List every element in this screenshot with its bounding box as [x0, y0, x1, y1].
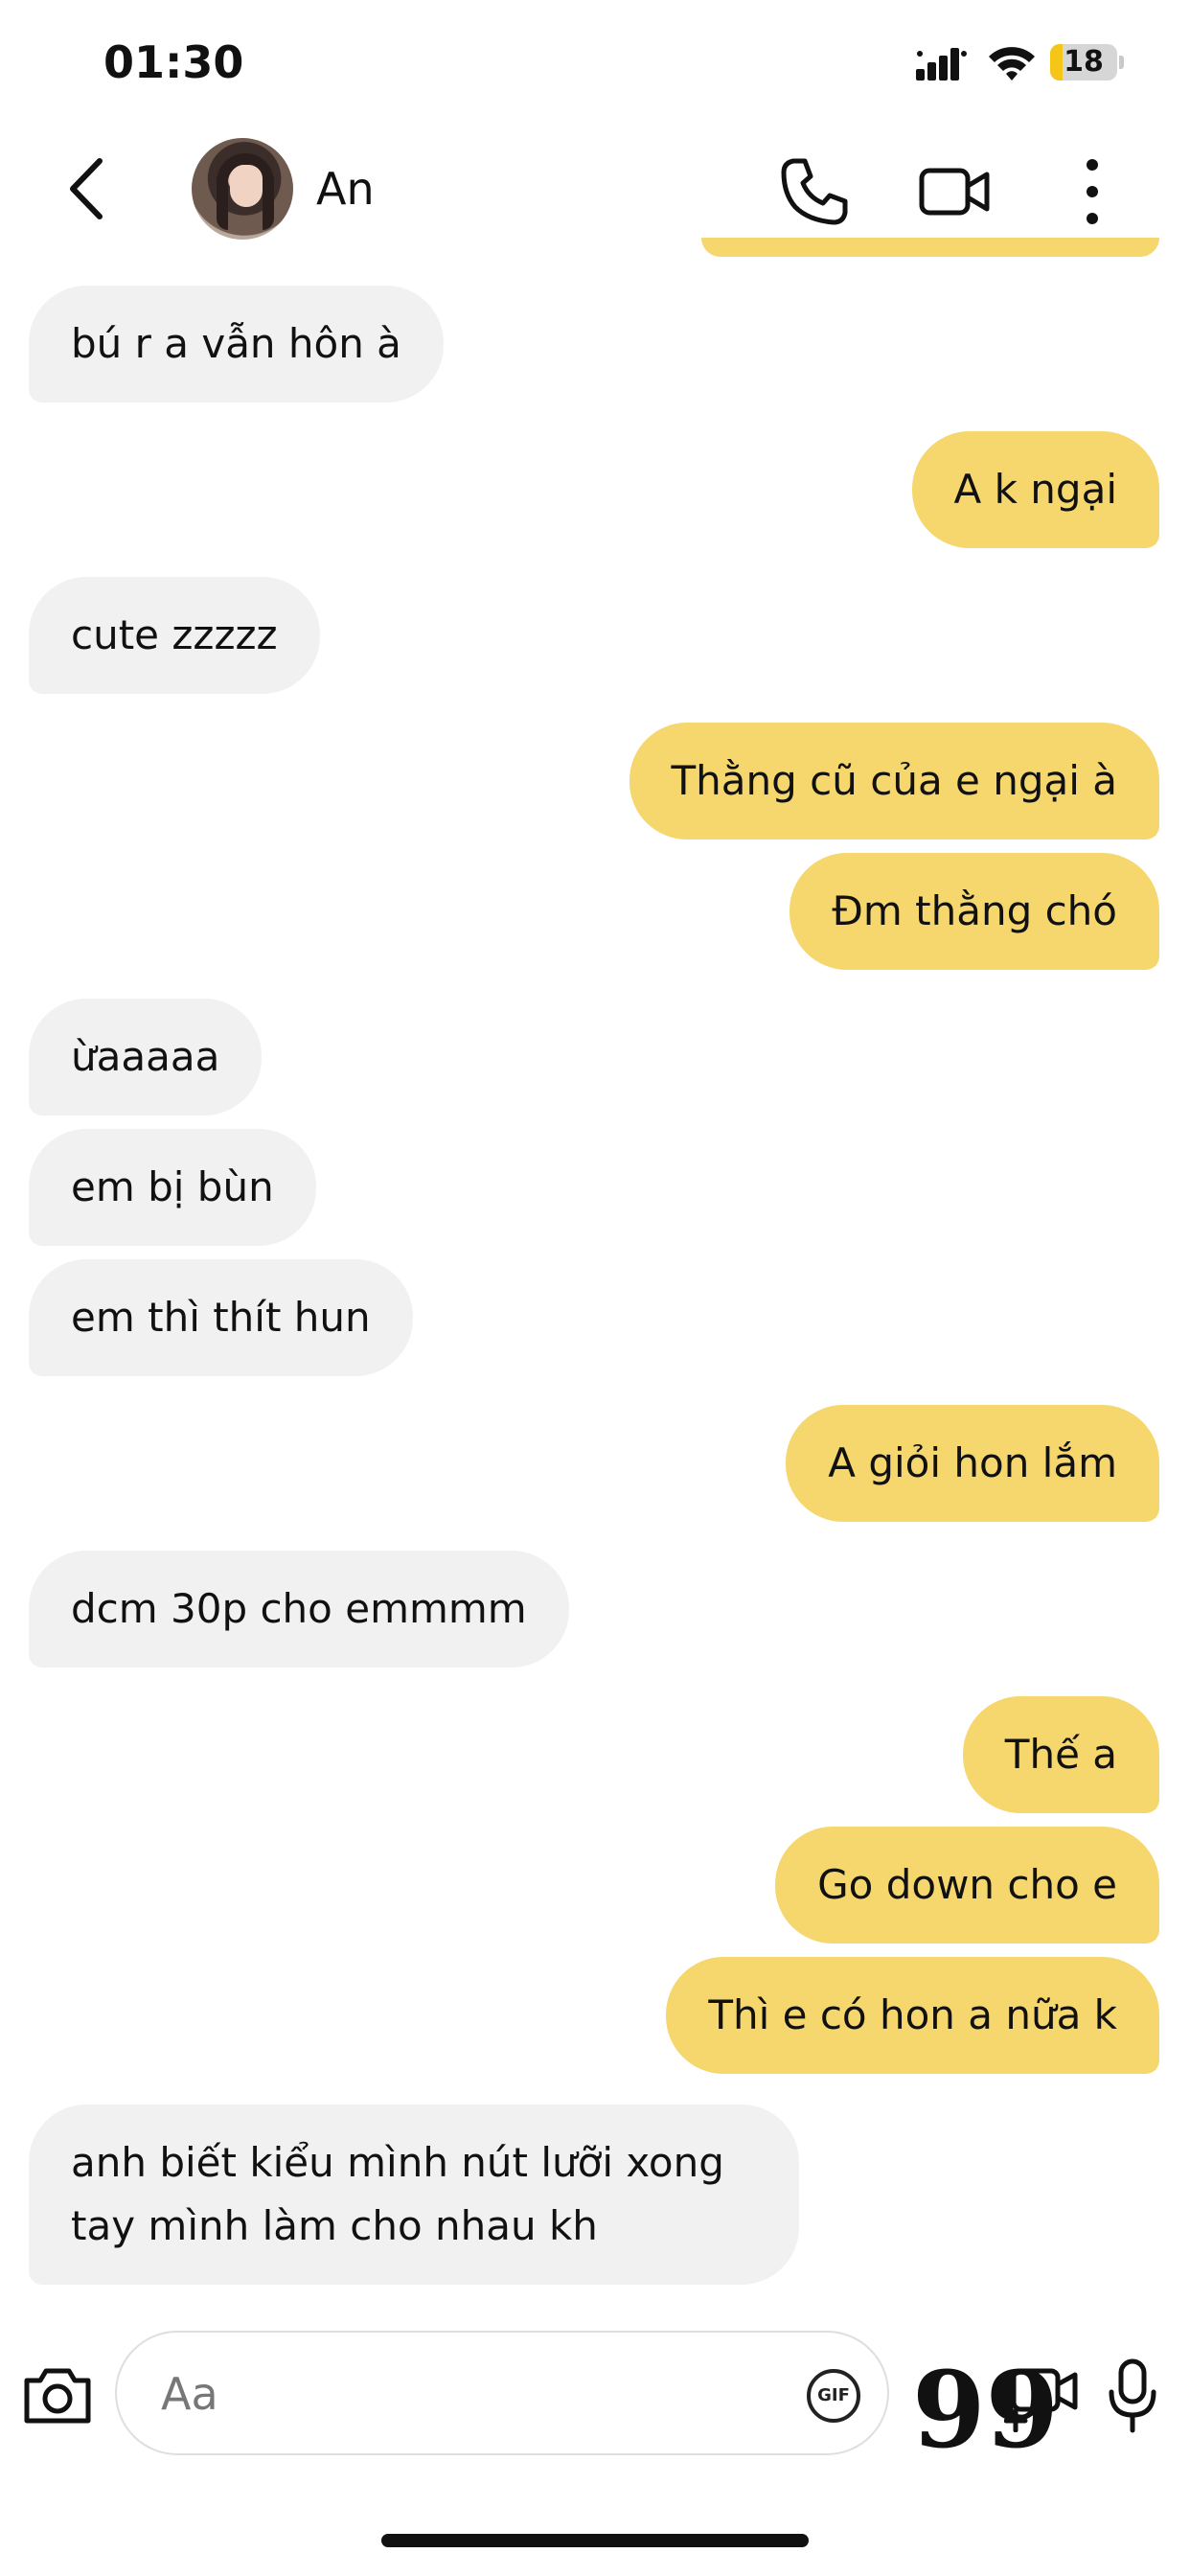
message-bubble-incoming[interactable]: ừaaaaa: [29, 999, 263, 1116]
message-bubble-incoming[interactable]: em bị bùn: [29, 1129, 316, 1246]
contact-name[interactable]: An: [316, 163, 375, 215]
battery-body: 18: [1050, 44, 1117, 80]
message-composer: GIF 99: [0, 2319, 1190, 2472]
battery-label: 18: [1064, 45, 1104, 79]
status-bar: 01:30 18: [0, 0, 1190, 125]
home-indicator[interactable]: [381, 2534, 809, 2547]
message-bubble-outgoing[interactable]: Thế a: [962, 1696, 1159, 1813]
cellular-signal-icon: [916, 48, 967, 80]
message-bubble-incoming[interactable]: bú r a vẫn hôn à: [29, 286, 444, 402]
message-bubble-outgoing[interactable]: Go down cho e: [775, 1827, 1159, 1944]
video-camera-icon[interactable]: [918, 157, 991, 226]
camera-icon[interactable]: [23, 2363, 92, 2426]
status-time: 01:30: [103, 36, 244, 88]
avatar[interactable]: [192, 138, 293, 240]
message-bubble-outgoing[interactable]: Thằng cũ của e ngại à: [629, 723, 1159, 840]
media-icon[interactable]: [1004, 2361, 1081, 2432]
message-bubble-outgoing[interactable]: Đm thằng chó: [790, 853, 1159, 970]
message-bubble-incoming[interactable]: cute zzzzz: [29, 577, 320, 694]
quote-icon[interactable]: 99: [912, 2358, 1059, 2463]
message-bubble-outgoing[interactable]: A k ngại: [911, 431, 1159, 548]
message-bubble-incoming[interactable]: em thì thít hun: [29, 1259, 413, 1376]
microphone-icon[interactable]: [1104, 2358, 1161, 2434]
message-input-container: GIF: [115, 2331, 889, 2455]
chat-screen: 01:30 18 An bú r a vẫn hôn à A k ngại cu…: [0, 0, 1190, 2576]
battery-tip: [1119, 56, 1124, 69]
message-bubble-incoming[interactable]: anh biết kiểu mình nút lưỡi xong tay mìn…: [29, 2104, 799, 2285]
battery-indicator: 18: [1050, 44, 1124, 82]
chat-header: An: [0, 125, 1190, 249]
message-bubble-outgoing[interactable]: Thì e có hon a nữa k: [666, 1957, 1159, 2074]
message-input[interactable]: [159, 2359, 776, 2428]
back-icon[interactable]: [57, 155, 125, 222]
avatar-face: [230, 165, 263, 207]
message-bubble-outgoing[interactable]: A giỏi hon lắm: [786, 1405, 1159, 1522]
wifi-icon: [989, 47, 1035, 80]
phone-icon[interactable]: [776, 153, 853, 230]
previous-message-edge: [701, 238, 1159, 257]
gif-icon[interactable]: GIF: [807, 2369, 860, 2423]
message-bubble-incoming[interactable]: dcm 30p cho emmmm: [29, 1551, 569, 1668]
message-list: bú r a vẫn hôn à A k ngại cute zzzzz Thằ…: [0, 259, 1190, 2300]
more-vertical-icon[interactable]: [1073, 153, 1111, 230]
